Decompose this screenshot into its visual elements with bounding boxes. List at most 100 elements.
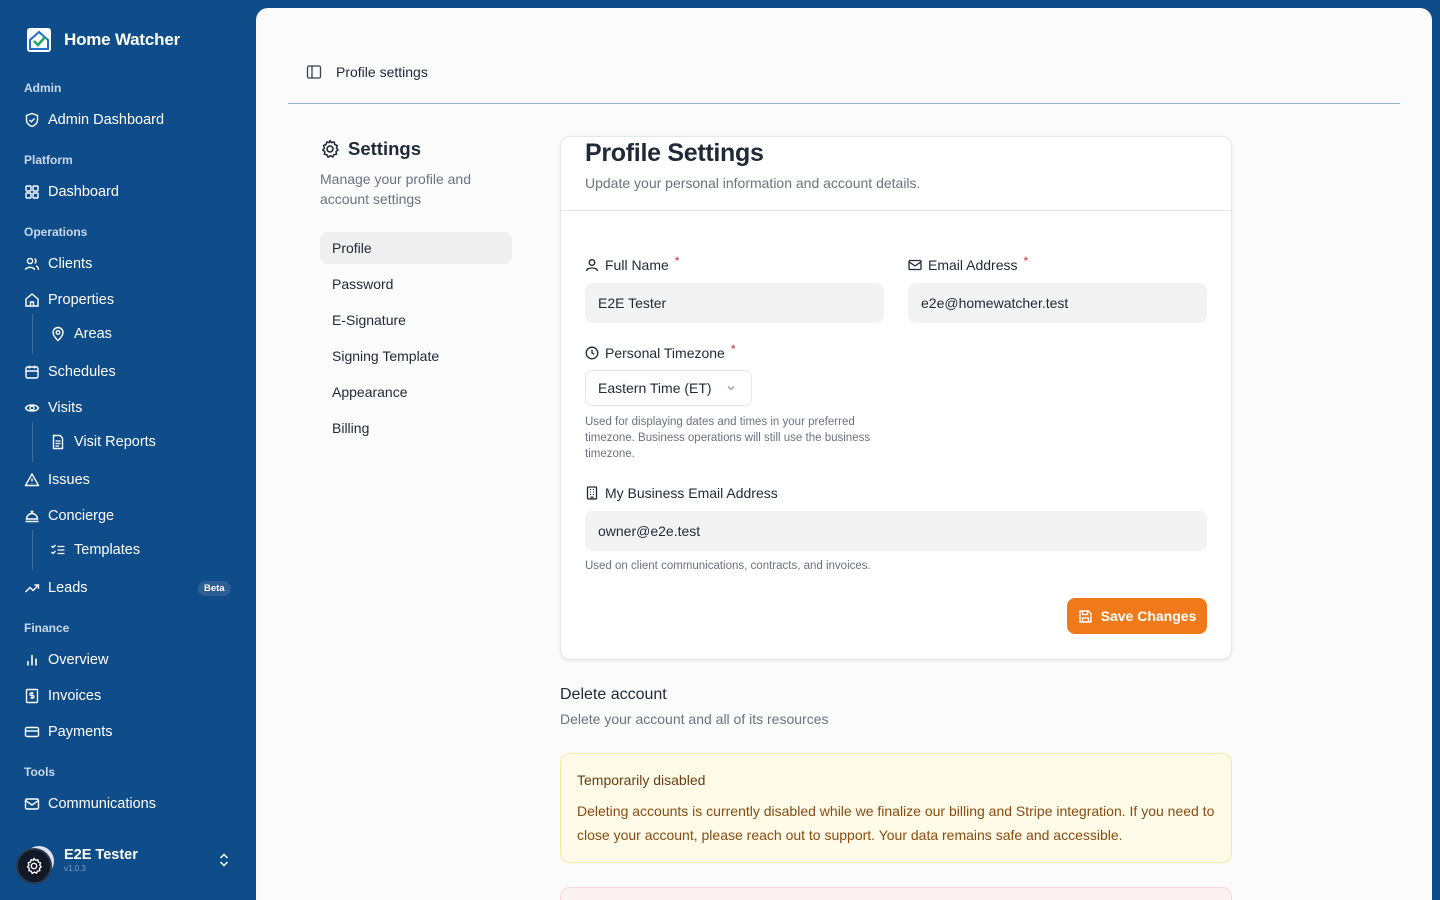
settings-tab-appearance[interactable]: Appearance <box>320 376 512 408</box>
danger-zone-box <box>560 887 1232 900</box>
sidebar-item-label: Templates <box>74 542 141 558</box>
sidebar-item-visit-reports[interactable]: Visit Reports <box>50 432 156 452</box>
nav-group-tools: Tools <box>24 765 56 779</box>
settings-tab-billing[interactable]: Billing <box>320 412 512 444</box>
delete-account-subtitle: Delete your account and all of its resou… <box>560 711 829 727</box>
nav-sub-line <box>32 314 33 354</box>
sidebar-item-visits[interactable]: Visits <box>24 398 82 418</box>
shield-icon <box>25 112 39 128</box>
save-icon <box>1078 609 1092 623</box>
full-name-input[interactable]: E2E Tester <box>585 283 884 323</box>
brand[interactable]: Home Watcher <box>26 27 180 53</box>
business-email-help: Used on client communications, contracts… <box>585 560 871 572</box>
settings-heading: Settings <box>320 138 421 160</box>
sidebar-item-payments[interactable]: Payments <box>24 722 112 742</box>
sidebar-item-label: Invoices <box>48 688 102 704</box>
timezone-select-value: Eastern Time (ET) <box>598 380 712 396</box>
sidebar-item-label: Concierge <box>48 508 115 524</box>
alert-triangle-icon <box>24 473 40 487</box>
sidebar-item-label: Overview <box>48 652 109 668</box>
sidebar-item-issues[interactable]: Issues <box>24 470 90 490</box>
alert-title: Temporarily disabled <box>577 772 706 788</box>
sidebar-item-areas[interactable]: Areas <box>50 324 112 344</box>
sidebar-item-label: Communications <box>48 796 156 812</box>
sidebar-item-dashboard[interactable]: Dashboard <box>24 182 119 202</box>
settings-tab-password[interactable]: Password <box>320 268 512 300</box>
app-version: v1.0.3 <box>64 864 86 873</box>
chevrons-up-down-icon <box>219 853 229 867</box>
sidebar-toggle-icon[interactable] <box>306 64 322 80</box>
sidebar-item-label: Visits <box>48 400 83 416</box>
map-pin-icon <box>52 326 64 342</box>
full-name-label-text: Full Name <box>605 257 669 273</box>
profile-settings-card: Profile Settings Update your personal in… <box>560 136 1232 660</box>
sidebar-item-communications[interactable]: Communications <box>24 794 156 814</box>
sidebar-item-concierge[interactable]: Concierge <box>24 506 114 526</box>
required-marker: * <box>674 254 680 268</box>
eye-icon <box>24 404 40 412</box>
timezone-label-text: Personal Timezone <box>605 345 725 361</box>
user-name: E2E Tester <box>64 847 138 863</box>
business-email-input[interactable]: owner@e2e.test <box>585 511 1207 551</box>
sidebar-item-label: Payments <box>48 724 113 740</box>
sidebar-item-label: Areas <box>74 326 112 342</box>
sidebar-item-clients[interactable]: Clients <box>24 254 92 274</box>
credit-card-icon <box>24 726 40 738</box>
business-email-label: My Business Email Address <box>585 485 778 501</box>
sidebar: Home Watcher Admin Admin Dashboard Platf… <box>0 0 256 900</box>
card-divider <box>561 210 1231 211</box>
save-changes-button[interactable]: Save Changes <box>1067 598 1207 634</box>
business-email-label-text: My Business Email Address <box>605 485 778 501</box>
brand-name: Home Watcher <box>64 30 180 49</box>
sidebar-item-leads[interactable]: Leads <box>24 578 88 598</box>
timezone-select[interactable]: Eastern Time (ET) <box>585 370 752 406</box>
alert-text: Deleting accounts is currently disabled … <box>577 803 1215 843</box>
settings-tab-profile[interactable]: Profile <box>320 232 512 264</box>
full-name-label: Full Name * <box>585 254 680 273</box>
nav-group-operations: Operations <box>24 225 88 239</box>
user-icon <box>585 259 599 272</box>
topbar: Profile settings <box>306 64 428 80</box>
email-label: Email Address * <box>908 254 1028 273</box>
sidebar-item-label: Admin Dashboard <box>48 112 165 128</box>
nav-group-platform: Platform <box>24 153 73 167</box>
home-icon <box>25 293 39 307</box>
timezone-help: Used for displaying dates and times in y… <box>585 416 871 460</box>
topbar-divider <box>288 103 1400 104</box>
mail-icon <box>908 259 922 271</box>
sidebar-item-label: Clients <box>48 256 93 272</box>
sidebar-item-properties[interactable]: Properties <box>24 290 114 310</box>
sidebar-item-invoices[interactable]: Invoices <box>24 686 101 706</box>
sidebar-item-schedules[interactable]: Schedules <box>24 362 116 382</box>
sidebar-item-label: Schedules <box>48 364 116 380</box>
nav-group-finance: Finance <box>24 621 70 635</box>
email-label-text: Email Address <box>928 257 1018 273</box>
sidebar-item-admin-dashboard[interactable]: Admin Dashboard <box>24 110 164 130</box>
users-icon <box>24 257 40 271</box>
sidebar-item-label: Issues <box>48 472 90 488</box>
sidebar-item-templates[interactable]: Templates <box>50 540 140 560</box>
delete-disabled-alert: Temporarily disabled Deleting accounts i… <box>560 753 1232 863</box>
card-subtitle: Update your personal information and acc… <box>585 175 921 191</box>
sidebar-item-overview[interactable]: Overview <box>24 650 108 670</box>
timezone-label: Personal Timezone * <box>585 342 736 361</box>
trending-up-icon <box>25 584 40 593</box>
sidebar-item-label: Leads <box>48 580 88 596</box>
breadcrumb: Profile settings <box>336 64 428 80</box>
building-icon <box>586 486 598 500</box>
email-input[interactable]: e2e@homewatcher.test <box>908 283 1207 323</box>
clock-icon <box>585 346 599 360</box>
house-check-icon <box>27 28 51 52</box>
file-text-icon <box>52 434 64 450</box>
list-checks-icon <box>51 544 65 555</box>
gear-icon <box>26 857 42 875</box>
settings-tab-signing-template[interactable]: Signing Template <box>320 340 512 372</box>
settings-tab-e-signature[interactable]: E-Signature <box>320 304 512 336</box>
settings-title: Settings <box>348 138 421 159</box>
card-title: Profile Settings <box>585 139 764 167</box>
save-changes-label: Save Changes <box>1100 608 1197 624</box>
required-marker: * <box>730 342 736 356</box>
nav-group-admin: Admin <box>24 81 62 95</box>
main-panel: Profile settings Settings Manage your pr… <box>256 8 1432 900</box>
settings-fab[interactable] <box>16 848 52 884</box>
